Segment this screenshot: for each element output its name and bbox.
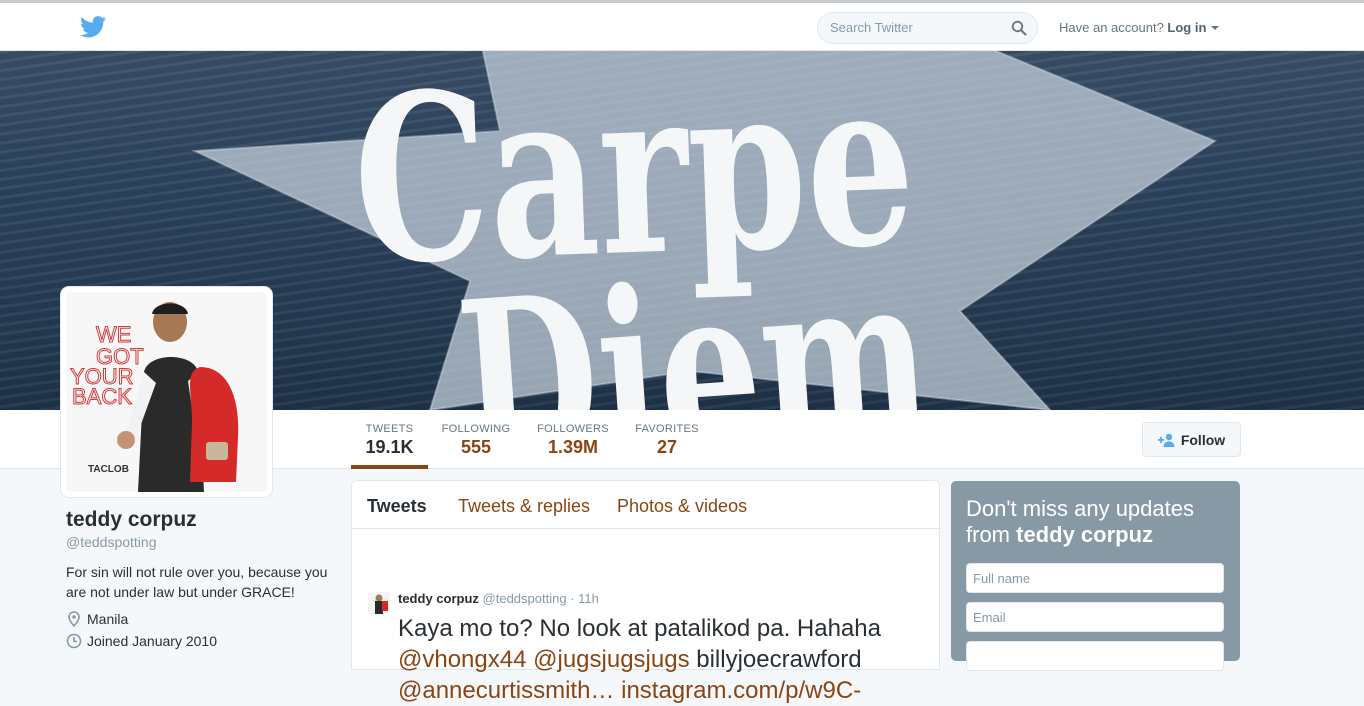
tweet-mention-jugsjugsjugs[interactable]: @jugsjugsjugs (533, 646, 689, 673)
profile-avatar[interactable]: WE GOT YOUR BACK TACLOB (61, 287, 272, 497)
tweet-text-mid: billyjoecrawford (696, 646, 862, 673)
stat-favorites[interactable]: FAVORITES 27 (632, 410, 702, 469)
profile-handle[interactable]: @teddspotting (66, 534, 341, 550)
tweet-author-avatar[interactable] (368, 592, 390, 614)
stat-tweets-label: TWEETS (365, 423, 414, 435)
account-prompt: Have an account? Log in (1059, 20, 1220, 35)
profile-joined: Joined January 2010 (66, 633, 341, 649)
signup-title-name: teddy corpuz (1016, 522, 1154, 547)
tweet-mention-annecurtissmith[interactable]: @annecurtissmith… (398, 677, 614, 704)
tweet-author-handle[interactable]: @teddspotting (483, 591, 567, 606)
tweet-timestamp[interactable]: · 11h (570, 591, 599, 606)
profile-location: Manila (66, 611, 341, 627)
search-box (817, 12, 1038, 44)
stat-followers-label: FOLLOWERS (537, 423, 609, 435)
tweet-header: teddy corpuz @teddspotting · 11h (398, 591, 599, 606)
tab-photos-and-videos[interactable]: Photos & videos (617, 496, 747, 517)
password-field[interactable] (966, 641, 1224, 671)
stat-followers-value: 1.39M (547, 437, 599, 457)
avatar-image: WE GOT YOUR BACK TACLOB (66, 292, 267, 492)
banner-text-line2: Diem (450, 220, 938, 410)
twitter-bird-logo-icon[interactable] (80, 16, 106, 38)
login-link[interactable]: Log in (1167, 20, 1206, 35)
chevron-down-icon[interactable] (1211, 26, 1220, 30)
avatar-text-4: BACK (72, 384, 132, 409)
tweet-avatar-illustration (368, 592, 390, 614)
stat-tweets[interactable]: TWEETS 19.1K (351, 410, 428, 469)
avatar-illustration: WE GOT YOUR BACK TACLOB (66, 292, 267, 492)
follow-person-icon (1157, 433, 1175, 447)
tab-tweets[interactable]: Tweets (367, 496, 427, 517)
timeline: Tweets Tweets & replies Photos & videos … (351, 480, 940, 704)
signup-module: Don't miss any updates from teddy corpuz (951, 481, 1240, 671)
profile-name[interactable]: teddy corpuz (66, 508, 341, 532)
search-input[interactable] (830, 20, 1000, 35)
stat-following-value: 555 (460, 437, 492, 457)
tweet-link[interactable]: instagram.com/p/w9C- (621, 677, 861, 704)
account-prompt-text: Have an account? (1059, 20, 1164, 35)
follow-button[interactable]: Follow (1142, 422, 1241, 457)
stat-following-label: FOLLOWING (441, 423, 511, 435)
fullname-field[interactable] (966, 563, 1224, 593)
profile-card: teddy corpuz @teddspotting For sin will … (66, 508, 341, 649)
profile-bio: For sin will not rule over you, because … (66, 564, 328, 600)
top-navigation-bar: Have an account? Log in (0, 0, 1364, 51)
stat-following[interactable]: FOLLOWING 555 (438, 410, 514, 469)
stat-favorites-value: 27 (656, 437, 678, 457)
follow-button-label: Follow (1180, 431, 1226, 448)
tweet-author-name[interactable]: teddy corpuz (398, 591, 479, 606)
profile-location-text: Manila (87, 611, 129, 627)
location-pin-icon (68, 611, 80, 627)
email-field[interactable] (966, 602, 1224, 632)
stat-tweets-value: 19.1K (365, 437, 414, 457)
tweet-text-plain: Kaya mo to? No look at patalikod pa. Hah… (398, 615, 881, 642)
tweet-text: Kaya mo to? No look at patalikod pa. Hah… (398, 613, 938, 706)
tab-tweets-and-replies[interactable]: Tweets & replies (458, 496, 590, 517)
search-icon[interactable] (1011, 20, 1027, 36)
stat-favorites-label: FAVORITES (635, 423, 699, 435)
profile-joined-text: Joined January 2010 (87, 633, 217, 649)
clock-icon (66, 633, 82, 649)
tweet-mention-vhongx44[interactable]: @vhongx44 (398, 646, 526, 673)
stat-followers[interactable]: FOLLOWERS 1.39M (533, 410, 613, 469)
timeline-tabs: Tweets Tweets & replies Photos & videos (352, 481, 939, 529)
avatar-brand: TACLOB (88, 464, 129, 475)
signup-title: Don't miss any updates from teddy corpuz (966, 496, 1226, 548)
